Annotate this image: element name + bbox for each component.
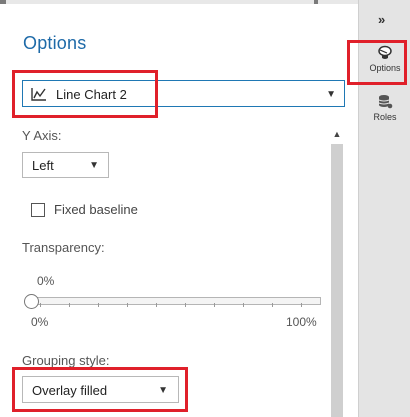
vertical-scrollbar[interactable]: ▲ — [329, 126, 345, 417]
options-panel: Options Line Chart 2 ▼ ▲ Y Axis: Left ▼ … — [0, 0, 358, 417]
y-axis-label: Y Axis: — [22, 128, 62, 143]
slider-tick — [185, 303, 186, 307]
slider-tick — [98, 303, 99, 307]
slider-tick — [272, 303, 273, 307]
scroll-up-icon[interactable]: ▲ — [329, 126, 345, 142]
callout-highlight — [12, 367, 188, 412]
slider-tick — [214, 303, 215, 307]
top-divider-mark — [0, 0, 6, 4]
callout-highlight — [347, 40, 407, 85]
slider-tick — [301, 303, 302, 307]
slider-tick — [243, 303, 244, 307]
rail-roles-button[interactable]: Roles — [359, 94, 410, 122]
roles-icon — [378, 95, 393, 109]
fixed-baseline-label[interactable]: Fixed baseline — [54, 202, 138, 217]
collapse-panel-icon[interactable]: » — [378, 12, 385, 27]
top-divider-mark — [314, 0, 318, 4]
slider-tick — [40, 303, 41, 307]
slider-tick — [69, 303, 70, 307]
transparency-value: 0% — [37, 274, 55, 288]
slider-tick — [156, 303, 157, 307]
chevron-down-icon: ▼ — [326, 89, 336, 100]
top-divider — [0, 0, 358, 4]
slider-max-label: 100% — [286, 315, 317, 329]
scrollbar-thumb[interactable] — [331, 144, 343, 417]
slider-min-label: 0% — [31, 315, 49, 329]
grouping-style-label: Grouping style: — [22, 353, 110, 368]
y-axis-dropdown[interactable]: Left ▼ — [22, 152, 109, 178]
callout-highlight — [12, 70, 158, 118]
panel-title: Options — [23, 33, 87, 53]
rail-roles-label: Roles — [373, 112, 397, 122]
fixed-baseline-checkbox[interactable] — [31, 203, 45, 217]
transparency-slider-track[interactable] — [31, 297, 321, 305]
slider-tick — [127, 303, 128, 307]
transparency-label: Transparency: — [22, 240, 105, 255]
y-axis-value: Left — [32, 158, 54, 173]
chevron-down-icon: ▼ — [89, 160, 99, 171]
transparency-slider-handle[interactable] — [24, 294, 39, 309]
